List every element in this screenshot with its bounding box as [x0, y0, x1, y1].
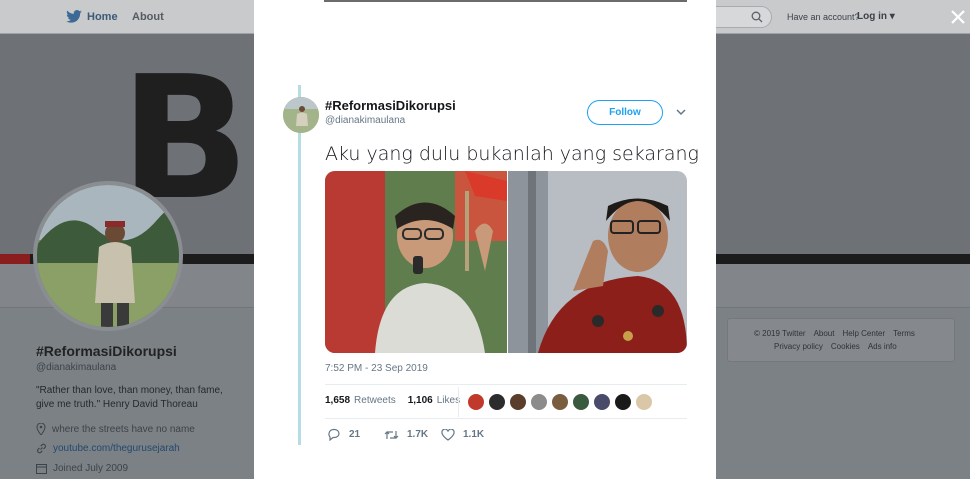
footer-help-link[interactable]: Help Center — [842, 329, 885, 338]
like-button[interactable]: 1.1K — [441, 428, 498, 441]
footer-privacy-link[interactable]: Privacy policy — [774, 342, 823, 351]
profile-location-row: where the streets have no name — [36, 423, 195, 435]
profile-website-link[interactable]: youtube.com/thegurusejarah — [53, 443, 180, 454]
search-icon — [751, 11, 763, 23]
liker-avatars — [467, 393, 653, 411]
liker-avatar[interactable] — [467, 393, 485, 411]
tweet-actions: 21 1.7K 1.1K — [327, 428, 498, 441]
login-link[interactable]: Log in ▾ — [857, 11, 895, 22]
likes-count[interactable]: 1,106 — [408, 395, 433, 406]
profile-handle: @dianakimaulana — [36, 362, 117, 373]
profile-joined: Joined July 2009 — [53, 463, 129, 474]
divider-bottom — [325, 418, 687, 419]
liker-avatar[interactable] — [509, 393, 527, 411]
calendar-icon — [36, 464, 47, 474]
previous-tweet-media-edge — [324, 0, 687, 2]
retweet-button[interactable]: 1.7K — [384, 429, 441, 441]
tweet-modal: #ReformasiDikorupsi @dianakimaulana Foll… — [254, 0, 716, 479]
photo-man-in-batik — [508, 171, 687, 353]
liker-avatar[interactable] — [530, 393, 548, 411]
footer-line-1: © 2019 Twitter About Help Center Terms — [754, 329, 915, 338]
tweet-text: Aku yang dulu bukanlah yang sekarang — [325, 143, 699, 165]
footer-cookies-link[interactable]: Cookies — [831, 342, 860, 351]
retweets-label[interactable]: Retweets — [354, 395, 396, 406]
footer-links-box: © 2019 Twitter About Help Center Terms P… — [727, 318, 955, 362]
footer-line-2: Privacy policy Cookies Ads info — [774, 342, 897, 351]
profile-website-row: youtube.com/thegurusejarah — [36, 443, 180, 454]
footer-terms-link[interactable]: Terms — [893, 329, 915, 338]
retweets-count[interactable]: 1,658 — [325, 395, 350, 406]
liker-avatar[interactable] — [572, 393, 590, 411]
link-icon — [37, 443, 46, 454]
footer-about-link[interactable]: About — [814, 329, 835, 338]
tweet-avatar-photo — [283, 97, 319, 133]
close-icon[interactable] — [950, 9, 966, 25]
profile-avatar[interactable] — [33, 181, 183, 331]
banner-red-accent — [0, 254, 30, 264]
nav-home-label: Home — [87, 10, 118, 23]
tweet-photo-left[interactable] — [325, 171, 507, 353]
twitter-bird-icon — [66, 10, 82, 23]
heart-icon — [441, 428, 455, 441]
liker-avatar[interactable] — [488, 393, 506, 411]
retweet-icon — [384, 430, 399, 439]
liker-avatar[interactable] — [614, 393, 632, 411]
chevron-down-icon[interactable] — [675, 107, 687, 117]
thread-line — [298, 85, 301, 445]
reply-icon — [328, 428, 340, 441]
footer-copyright: © 2019 Twitter — [754, 329, 806, 338]
profile-joined-row: Joined July 2009 — [36, 463, 128, 474]
profile-location: where the streets have no name — [52, 423, 195, 435]
photo-young-man-with-microphone — [325, 171, 507, 353]
liker-avatar[interactable] — [593, 393, 611, 411]
nav-about-link[interactable]: About — [132, 11, 164, 23]
reply-count: 21 — [349, 429, 361, 440]
tweet-timestamp[interactable]: 7:52 PM - 23 Sep 2019 — [325, 363, 428, 374]
follow-button[interactable]: Follow — [587, 100, 663, 125]
liker-avatar[interactable] — [551, 393, 569, 411]
tweet-author-avatar[interactable] — [283, 97, 319, 133]
like-count: 1.1K — [463, 429, 485, 440]
stats-separator — [458, 387, 459, 417]
retweet-count: 1.7K — [407, 429, 429, 440]
profile-bio: "Rather than love, than money, than fame… — [36, 385, 223, 410]
likes-label[interactable]: Likes — [437, 395, 460, 406]
tweet-photo-right[interactable] — [508, 171, 687, 353]
location-pin-icon — [36, 423, 46, 435]
reply-button[interactable]: 21 — [327, 428, 384, 441]
tweet-author-handle[interactable]: @dianakimaulana — [325, 115, 405, 126]
have-account-text: Have an account? — [787, 12, 860, 22]
tweet-author-name[interactable]: #ReformasiDikorupsi — [325, 98, 456, 113]
nav-home-link[interactable]: Home — [66, 10, 118, 23]
liker-avatar[interactable] — [635, 393, 653, 411]
profile-name: #ReformasiDikorupsi — [36, 343, 177, 359]
footer-ads-link[interactable]: Ads info — [868, 342, 897, 351]
tweet-stats: 1,658 Retweets 1,106 Likes — [325, 395, 460, 406]
divider-top — [325, 384, 687, 385]
